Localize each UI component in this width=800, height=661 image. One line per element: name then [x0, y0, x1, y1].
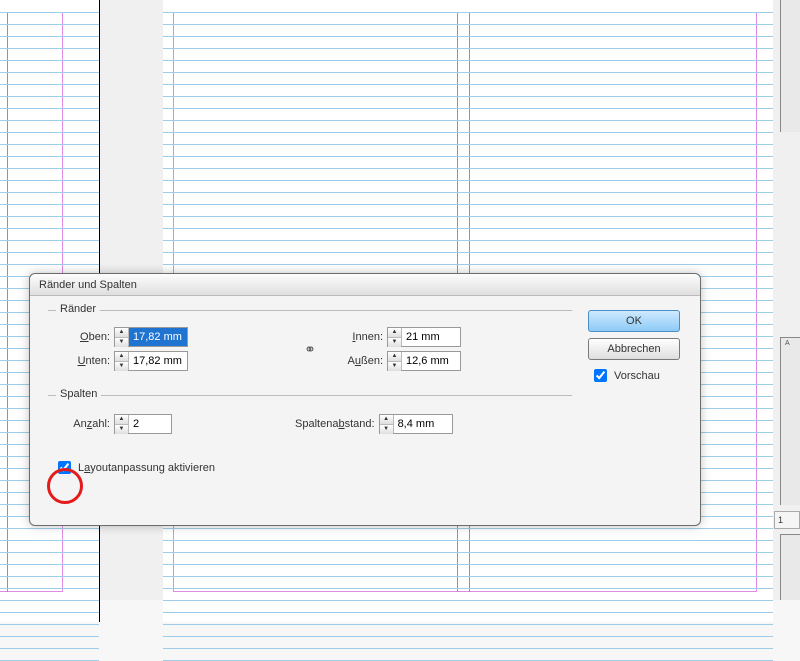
- margins-columns-dialog: Ränder und Spalten Ränder Oben: ▲ ▼: [29, 273, 701, 526]
- layout-adjust-label: Layoutanpassung aktivieren: [78, 462, 215, 474]
- bottom-spinner[interactable]: ▲ ▼: [114, 351, 188, 371]
- master-page-status[interactable]: 1 Must: [774, 511, 800, 529]
- panel-ruler-marks: A: [781, 338, 800, 356]
- inside-input[interactable]: [402, 328, 460, 346]
- count-spinner[interactable]: ▲ ▼: [114, 414, 172, 434]
- sidebar-panels-top[interactable]: [780, 0, 800, 132]
- bottom-input[interactable]: [129, 352, 187, 370]
- outside-label: Außen:: [327, 355, 387, 367]
- inside-spinner[interactable]: ▲ ▼: [387, 327, 461, 347]
- layout-adjust-checkbox[interactable]: [58, 461, 71, 474]
- preview-label: Vorschau: [614, 370, 660, 382]
- inside-spin-down-icon[interactable]: ▼: [388, 338, 401, 347]
- top-input[interactable]: [129, 328, 187, 346]
- bottom-label: Unten:: [48, 355, 114, 367]
- top-spinner[interactable]: ▲ ▼: [114, 327, 188, 347]
- cancel-button[interactable]: Abbrechen: [588, 338, 680, 360]
- gutter-spin-up-icon[interactable]: ▲: [380, 415, 393, 425]
- sidebar-panels-bottom[interactable]: [780, 534, 800, 600]
- count-spin-up-icon[interactable]: ▲: [115, 415, 128, 425]
- columns-legend: Spalten: [56, 388, 101, 400]
- margins-legend: Ränder: [56, 303, 100, 315]
- outside-spinner[interactable]: ▲ ▼: [387, 351, 461, 371]
- link-margins-icon[interactable]: ⚭: [301, 335, 319, 363]
- gutter-input[interactable]: [394, 415, 452, 433]
- preview-checkbox[interactable]: [594, 369, 607, 382]
- bottom-spin-up-icon[interactable]: ▲: [115, 352, 128, 362]
- gutter-spinner[interactable]: ▲ ▼: [379, 414, 453, 434]
- outside-input[interactable]: [402, 352, 460, 370]
- count-label: Anzahl:: [48, 418, 114, 430]
- columns-group: Spalten Anzahl: ▲ ▼ Spaltenabst: [48, 395, 572, 436]
- gutter-label: Spaltenabstand:: [273, 418, 379, 430]
- margins-group: Ränder Oben: ▲ ▼: [48, 310, 572, 373]
- inside-spin-up-icon[interactable]: ▲: [388, 328, 401, 338]
- count-spin-down-icon[interactable]: ▼: [115, 425, 128, 434]
- layout-adjust-row[interactable]: Layoutanpassung aktivieren: [54, 458, 572, 477]
- sidebar-swatches-panel[interactable]: A: [780, 337, 800, 505]
- ok-button[interactable]: OK: [588, 310, 680, 332]
- dialog-title: Ränder und Spalten: [30, 274, 700, 296]
- top-spin-down-icon[interactable]: ▼: [115, 338, 128, 347]
- top-spin-up-icon[interactable]: ▲: [115, 328, 128, 338]
- bottom-spin-down-icon[interactable]: ▼: [115, 362, 128, 371]
- top-label: Oben:: [48, 331, 114, 343]
- count-input[interactable]: [129, 415, 171, 433]
- outside-spin-down-icon[interactable]: ▼: [388, 362, 401, 371]
- inside-label: Innen:: [327, 331, 387, 343]
- outside-spin-up-icon[interactable]: ▲: [388, 352, 401, 362]
- gutter-spin-down-icon[interactable]: ▼: [380, 425, 393, 434]
